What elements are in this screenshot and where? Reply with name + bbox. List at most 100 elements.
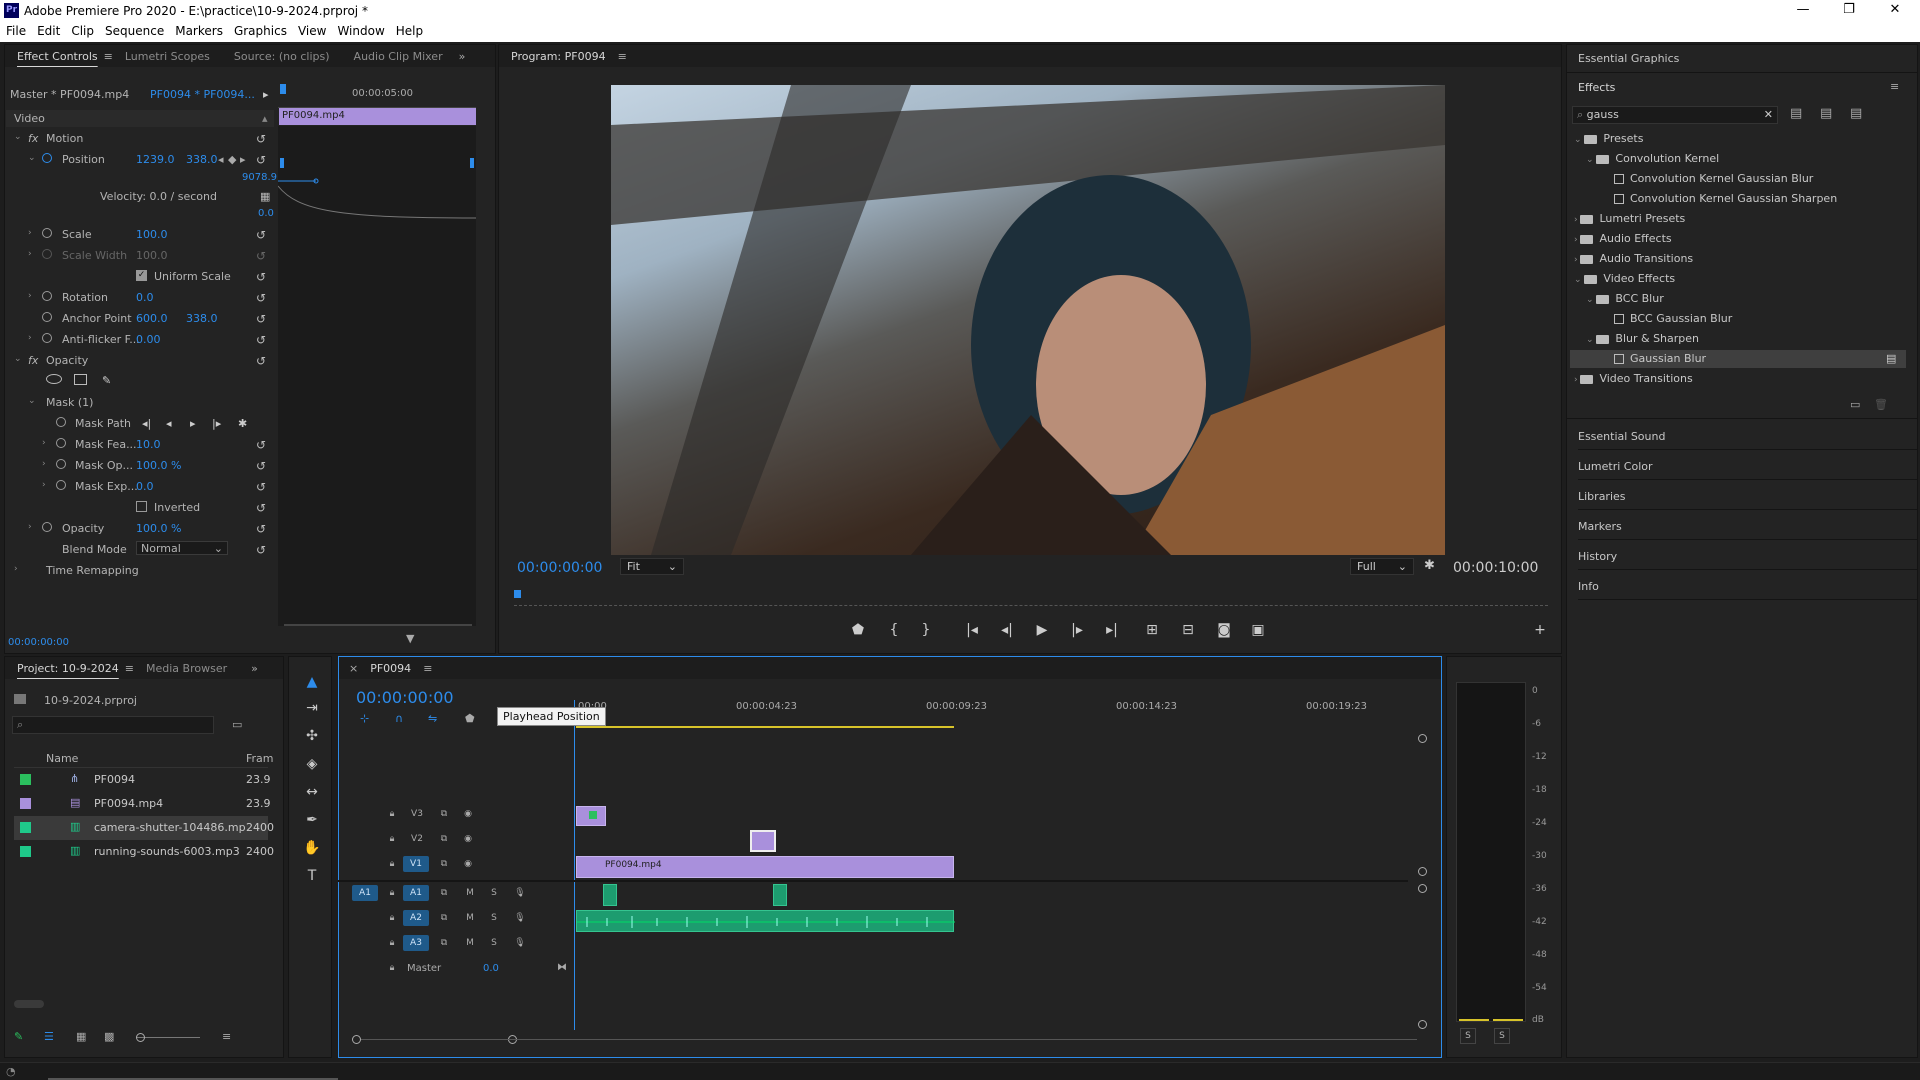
v3-clip[interactable] [576,806,606,826]
write-protect-icon[interactable]: ✎ [14,1030,23,1043]
chevron-right-icon[interactable]: › [42,459,46,469]
new-custom-bin-icon[interactable]: ▭ [1850,398,1860,411]
column-name[interactable]: Name [46,752,78,765]
v-scroll-handle[interactable] [1418,867,1427,876]
menu-window[interactable]: Window [331,22,389,38]
pen-mask-icon[interactable]: ✎ [102,374,111,387]
chevron-right-icon[interactable]: › [28,291,32,301]
chevron-down-icon[interactable]: ⌄ [28,396,36,406]
h-zoom-handle[interactable] [352,1035,361,1044]
program-time-ruler[interactable] [514,590,1548,606]
ec-time-ruler[interactable]: 00:00:05:00 [278,84,476,108]
master-volume[interactable]: 0.0 [483,963,499,974]
eye-icon[interactable]: ◉ [459,806,477,822]
chevron-right-icon[interactable]: › [28,522,32,532]
menu-clip[interactable]: Clip [65,22,99,38]
reset-icon[interactable]: ↺ [256,228,266,242]
v1-clip[interactable]: PF0094.mp4 [576,856,954,878]
keyframe-marker[interactable] [470,158,474,168]
reset-icon[interactable]: ↺ [256,459,266,473]
export-frame-icon[interactable]: ◙ [1212,622,1236,638]
zoom-slider[interactable] [136,1033,200,1042]
list-view-icon[interactable]: ☰ [44,1030,54,1043]
more-tabs-icon[interactable]: » [251,662,258,675]
tree-item-audio-effects[interactable]: › Audio Effects [1574,232,1672,250]
v2-clip[interactable] [750,830,776,852]
close-sequence-icon[interactable]: × [349,662,358,675]
essential-sound-header[interactable]: Essential Sound [1578,420,1918,450]
program-video-frame[interactable] [611,85,1445,555]
close-icon[interactable]: ✕ [1872,0,1918,22]
a1-clip[interactable] [603,884,617,906]
wrench-icon[interactable]: ✱ [238,417,247,430]
mask-opacity-value[interactable]: 100.0 % [136,459,181,472]
extract-icon[interactable]: ⊟ [1176,622,1200,638]
meter-solo-button[interactable]: S [1460,1028,1476,1044]
chevron-right-icon[interactable]: › [42,480,46,490]
tab-audio-clip-mixer[interactable]: Audio Clip Mixer [342,50,455,63]
timeline-timecode[interactable]: 00:00:00:00 [356,688,454,707]
panel-menu-icon[interactable]: ≡ [1890,80,1899,93]
collapse-icon[interactable]: ▴ [262,112,268,125]
v-scroll-handle[interactable] [1418,884,1427,893]
solo-button[interactable]: S [485,885,503,901]
add-keyframe-icon[interactable]: ◆ [228,153,236,166]
stopwatch-icon[interactable] [42,291,52,304]
mark-in-icon[interactable]: { [882,622,906,638]
track-forward-icon[interactable]: |▸ [212,417,221,430]
chevron-down-icon[interactable]: ⌄ [28,153,36,163]
slip-tool-icon[interactable]: ↔ [300,784,324,806]
chevron-right-icon[interactable]: › [42,438,46,448]
reset-icon[interactable]: ↺ [256,480,266,494]
tree-item-gaussian-blur[interactable]: Gaussian Blur [1614,352,1706,370]
track-name[interactable]: A1 [403,885,429,901]
settings-wrench-icon[interactable]: ✱ [1424,558,1435,573]
sync-lock-icon[interactable]: ⧉ [435,831,453,847]
chevron-right-icon[interactable]: › [28,228,32,238]
reset-icon[interactable]: ↺ [256,438,266,452]
new-bin-icon[interactable]: ▭ [232,718,242,731]
stopwatch-icon[interactable] [42,333,52,346]
resolution-dropdown[interactable]: Full ⌄ [1350,558,1414,575]
tree-item-bcc-gaussian-blur[interactable]: BCC Gaussian Blur [1614,312,1732,330]
chevron-right-icon[interactable]: › [14,564,18,574]
clear-search-icon[interactable]: ✕ [1764,108,1773,121]
solo-button[interactable]: S [485,935,503,951]
reset-icon[interactable]: ↺ [256,333,266,347]
track-name[interactable]: V2 [408,831,426,847]
program-monitor-title[interactable]: Program: PF0094 [499,50,618,63]
lock-icon[interactable]: 🔒︎ [383,960,401,976]
ec-clip-bar[interactable]: PF0094.mp4 [279,108,476,125]
stopwatch-icon[interactable] [56,480,66,493]
panel-menu-icon[interactable]: ≡ [125,662,134,675]
freeform-view-icon[interactable]: ▩ [104,1030,114,1043]
fx-icon[interactable]: fx [28,132,38,145]
zoom-fit-dropdown[interactable]: Fit ⌄ [620,558,684,575]
filter-icon[interactable]: ▼ [406,632,414,645]
reset-icon[interactable]: ↺ [256,270,266,284]
lock-icon[interactable]: 🔒︎ [383,831,401,847]
track-divider[interactable] [338,880,1408,882]
mute-button[interactable]: M [461,885,479,901]
work-area-bar[interactable] [576,726,954,728]
tree-item-audio-transitions[interactable]: › Audio Transitions [1574,252,1693,270]
microphone-icon[interactable]: 🎙︎ [511,935,529,951]
effects-search-input[interactable]: ⌕ gauss ✕ [1572,106,1778,124]
panel-menu-icon[interactable]: ≡ [618,50,627,63]
tree-item-video-effects[interactable]: ⌄ Video Effects [1574,272,1675,290]
lock-icon[interactable]: 🔒︎ [383,885,401,901]
project-search-input[interactable]: ⌕ [12,716,214,734]
tab-source[interactable]: Source: (no clips) [222,50,342,63]
track-next-icon[interactable]: ▸ [190,417,196,430]
stopwatch-icon[interactable] [42,522,52,535]
stopwatch-icon[interactable] [42,312,52,325]
panel-menu-icon[interactable]: ≡ [423,662,432,675]
track-name[interactable]: V1 [403,856,429,872]
track-name[interactable]: A3 [403,935,429,951]
more-tabs-icon[interactable]: » [459,50,466,63]
scale-value[interactable]: 100.0 [136,228,168,241]
play-clip-icon[interactable]: ▸ [263,88,269,101]
tree-item-lumetri-presets[interactable]: › Lumetri Presets [1574,212,1685,230]
mute-button[interactable]: M [461,935,479,951]
v-scroll-handle[interactable] [1418,1020,1427,1029]
